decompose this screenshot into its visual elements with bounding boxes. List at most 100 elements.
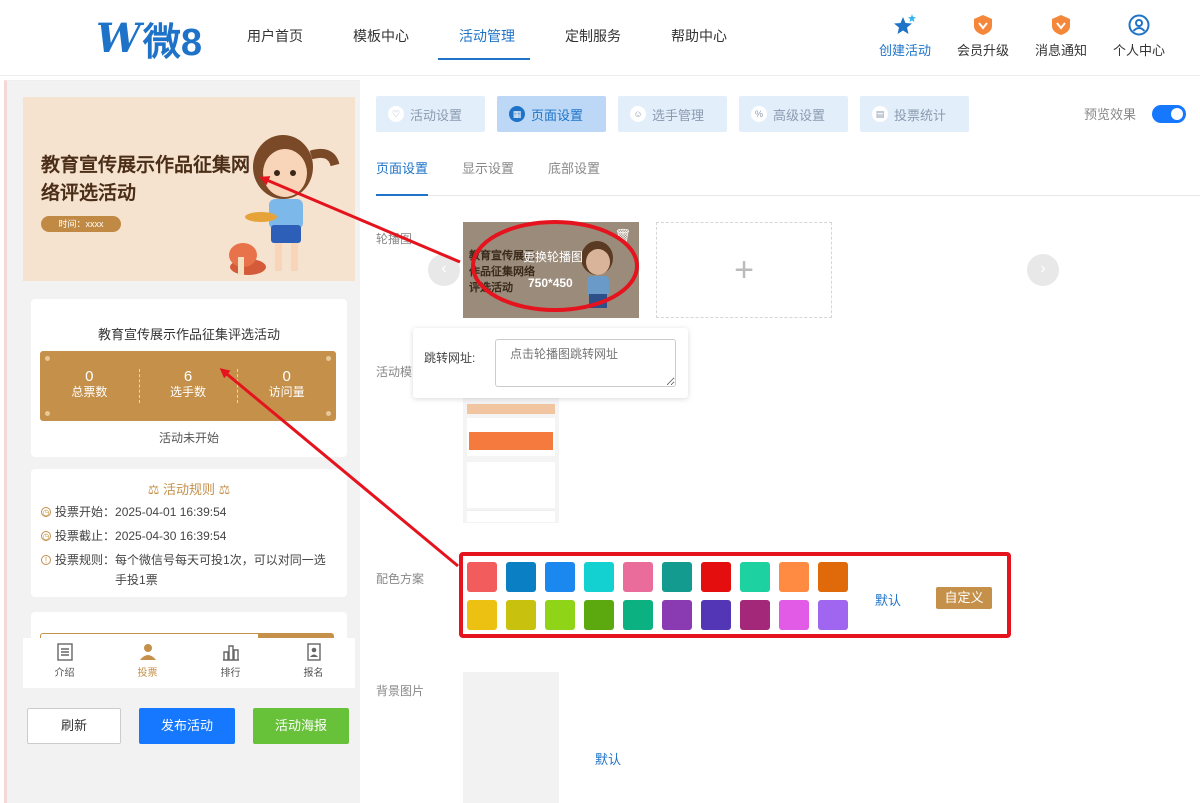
create-activity-button[interactable]: 创建活动 bbox=[866, 14, 944, 59]
stat-value: 6 bbox=[183, 368, 193, 385]
signup-icon bbox=[272, 642, 355, 662]
color-swatch[interactable] bbox=[701, 600, 731, 630]
tab-advanced-settings[interactable]: % 高级设置 bbox=[739, 96, 848, 132]
subtab-page-settings[interactable]: 页面设置 bbox=[376, 158, 429, 196]
color-swatch[interactable] bbox=[467, 600, 497, 630]
nav-item-activity-management[interactable]: 活动管理 bbox=[434, 0, 540, 76]
palette-default-button[interactable]: 默认 bbox=[875, 590, 901, 609]
color-swatch[interactable] bbox=[818, 600, 848, 630]
activity-summary-card: 教育宣传展示作品征集评选活动 0 总票数 6 选手数 0 访问量 活动未开始 bbox=[31, 299, 347, 457]
bar-chart-icon bbox=[189, 642, 272, 662]
notifications-button[interactable]: 消息通知 bbox=[1022, 14, 1100, 59]
rule-item: ◷ 投票截止： 2025-04-30 16:39:54 bbox=[31, 526, 347, 546]
stats-icon: ▤ bbox=[872, 106, 888, 122]
nav-item-templates[interactable]: 模板中心 bbox=[328, 0, 434, 76]
background-label: 背景图片 bbox=[376, 684, 425, 698]
color-swatch[interactable] bbox=[818, 562, 848, 592]
jump-url-input[interactable] bbox=[495, 339, 676, 387]
color-swatch[interactable] bbox=[545, 562, 575, 592]
subtab-display-settings[interactable]: 显示设置 bbox=[462, 158, 514, 196]
template-thumb-header bbox=[467, 404, 555, 414]
search-card bbox=[31, 612, 347, 638]
template-thumb-rules bbox=[467, 462, 555, 508]
tab-activity-settings[interactable]: ♡ 活动设置 bbox=[376, 96, 485, 132]
color-swatch[interactable] bbox=[545, 600, 575, 630]
percent-icon: % bbox=[751, 106, 767, 122]
tab-label: 投票 bbox=[137, 668, 158, 679]
rules-card: ⚖ 活动规则 ⚖ ◷ 投票开始： 2025-04-01 16:39:54 ◷ 投… bbox=[31, 469, 347, 597]
background-image-upload[interactable] bbox=[463, 672, 559, 803]
template-thumb-tabbar bbox=[467, 510, 555, 522]
color-swatch[interactable] bbox=[701, 562, 731, 592]
color-swatch[interactable] bbox=[584, 600, 614, 630]
chevron-right-icon: › bbox=[1040, 260, 1046, 277]
tab-signup[interactable]: 报名 bbox=[272, 638, 355, 688]
vip-upgrade-button[interactable]: 会员升级 bbox=[944, 14, 1022, 59]
background-default-button[interactable]: 默认 bbox=[595, 749, 621, 768]
stat-players: 6 选手数 bbox=[138, 351, 238, 421]
color-swatch[interactable] bbox=[623, 600, 653, 630]
template-thumbnail[interactable] bbox=[463, 398, 559, 523]
user-center-button[interactable]: 个人中心 bbox=[1100, 14, 1178, 59]
preview-banner: 教育宣传展示作品征集网络评选活动 时间：xxxx bbox=[23, 97, 355, 281]
nav-item-home[interactable]: 用户首页 bbox=[222, 0, 328, 76]
subtab-footer-settings[interactable]: 底部设置 bbox=[548, 158, 600, 196]
color-swatch[interactable] bbox=[467, 562, 497, 592]
change-carousel-label[interactable]: 更换轮播图 bbox=[523, 248, 583, 265]
color-swatch[interactable] bbox=[662, 562, 692, 592]
top-navbar: W 微8 用户首页 模板中心 活动管理 定制服务 帮助中心 创建活动 会员升级 … bbox=[0, 0, 1200, 76]
tab-vote[interactable]: 投票 bbox=[106, 638, 189, 688]
color-swatch[interactable] bbox=[623, 562, 653, 592]
nav-item-custom-service[interactable]: 定制服务 bbox=[540, 0, 646, 76]
mobile-preview-content[interactable]: 教育宣传展示作品征集网络评选活动 时间：xxxx 教育宣传展示作品征集评选活动 … bbox=[23, 97, 355, 638]
gavel-icon: ⚖ bbox=[147, 482, 160, 497]
template-thumb-stats bbox=[469, 432, 553, 450]
color-swatch[interactable] bbox=[584, 562, 614, 592]
stat-visits: 0 访问量 bbox=[237, 351, 336, 421]
tab-ranking[interactable]: 排行 bbox=[189, 638, 272, 688]
top-tools: 创建活动 会员升级 消息通知 个人中心 bbox=[866, 14, 1178, 59]
user-center-label: 个人中心 bbox=[1112, 43, 1165, 58]
tab-label: 活动设置 bbox=[410, 107, 463, 123]
color-swatch[interactable] bbox=[506, 600, 536, 630]
palette-custom-button[interactable]: 自定义 bbox=[936, 587, 992, 609]
logo-mark: W bbox=[96, 14, 141, 62]
color-swatch[interactable] bbox=[740, 600, 770, 630]
document-icon bbox=[23, 642, 106, 662]
color-swatch[interactable] bbox=[779, 562, 809, 592]
activity-status: 活动未开始 bbox=[158, 431, 219, 445]
add-carousel-button[interactable]: + bbox=[656, 222, 832, 318]
tab-intro[interactable]: 介绍 bbox=[23, 638, 106, 688]
carousel-image[interactable]: 教育宣传展示作品征集网络评选活动 更换轮播图 750*450 🗑 bbox=[463, 222, 639, 318]
preview-toggle[interactable] bbox=[1152, 104, 1187, 123]
trash-icon[interactable]: 🗑 bbox=[614, 228, 631, 244]
carousel-prev-button[interactable]: ‹ bbox=[428, 254, 460, 286]
notice-badge-icon bbox=[1022, 14, 1100, 36]
tab-label: 选手管理 bbox=[652, 107, 705, 123]
logo[interactable]: W 微8 bbox=[96, 14, 202, 64]
color-swatches bbox=[467, 562, 857, 638]
tab-label: 页面设置 bbox=[531, 107, 584, 123]
banner-title: 教育宣传展示作品征集网络评选活动 bbox=[41, 155, 251, 204]
tab-label: 介绍 bbox=[54, 668, 75, 679]
plus-icon: + bbox=[734, 250, 754, 289]
tab-label: 排行 bbox=[220, 668, 241, 679]
rule-item: ◷ 投票开始： 2025-04-01 16:39:54 bbox=[31, 502, 347, 522]
color-swatch[interactable] bbox=[740, 562, 770, 592]
person-icon bbox=[106, 642, 189, 662]
stat-label: 总票数 bbox=[71, 385, 108, 399]
nav-item-help[interactable]: 帮助中心 bbox=[646, 0, 752, 76]
tab-page-settings[interactable]: ▦ 页面设置 bbox=[497, 96, 606, 132]
refresh-button[interactable]: 刷新 bbox=[27, 708, 121, 744]
activity-poster-button[interactable]: 活动海报 bbox=[253, 708, 349, 744]
color-swatch[interactable] bbox=[779, 600, 809, 630]
stats-panel: 0 总票数 6 选手数 0 访问量 bbox=[40, 351, 336, 421]
carousel-next-button[interactable]: › bbox=[1027, 254, 1059, 286]
rule-key: 投票截止： bbox=[55, 529, 116, 543]
color-swatch[interactable] bbox=[506, 562, 536, 592]
tab-vote-statistics[interactable]: ▤ 投票统计 bbox=[860, 96, 969, 132]
publish-activity-button[interactable]: 发布活动 bbox=[139, 708, 235, 744]
rule-value: 2025-04-01 16:39:54 bbox=[115, 505, 227, 519]
color-swatch[interactable] bbox=[662, 600, 692, 630]
tab-player-management[interactable]: ☺ 选手管理 bbox=[618, 96, 727, 132]
